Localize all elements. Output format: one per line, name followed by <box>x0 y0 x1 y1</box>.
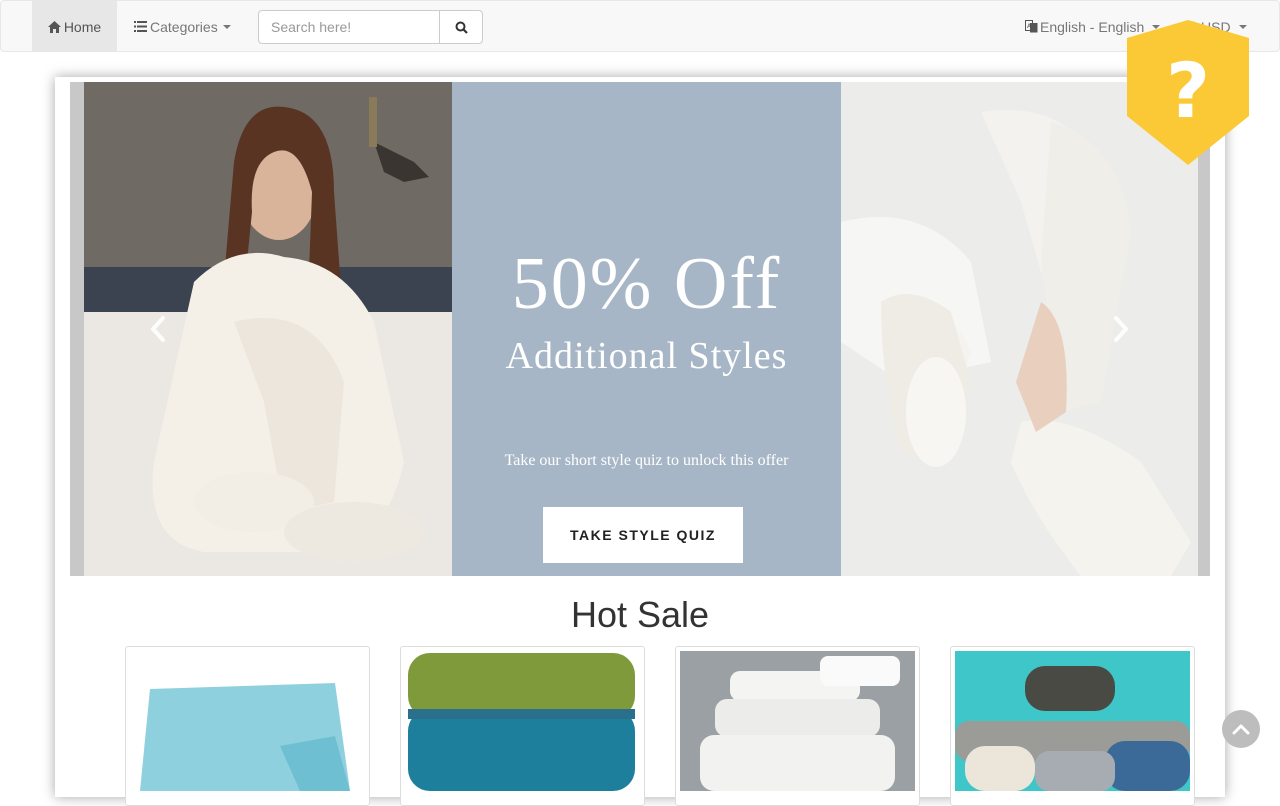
list-icon <box>134 21 147 32</box>
search-icon <box>455 21 468 34</box>
hot-sale-heading: Hot Sale <box>570 594 710 635</box>
product-card[interactable] <box>950 646 1195 806</box>
promo-tagline: Take our short style quiz to unlock this… <box>504 452 789 469</box>
promo-panel: 50% Off Additional Styles Take our short… <box>452 82 841 576</box>
question-icon: ? <box>1166 46 1210 135</box>
chevron-right-icon <box>1114 316 1128 342</box>
product-card[interactable] <box>400 646 645 806</box>
language-icon: A <box>1025 20 1038 33</box>
model-photo-left <box>84 82 452 576</box>
chevron-left-icon <box>151 316 165 342</box>
take-style-quiz-button[interactable]: TAKE STYLE QUIZ <box>543 507 743 563</box>
product-image-assorted-towels <box>955 651 1190 791</box>
scroll-to-top-button[interactable] <box>1222 710 1260 748</box>
promo-headline: 50% Off <box>511 243 782 325</box>
search-input[interactable] <box>258 10 440 44</box>
product-image-light-blue-towel <box>130 651 365 791</box>
help-shield-button[interactable]: ? <box>1127 20 1249 165</box>
product-image-white-towel-stack <box>680 651 915 791</box>
carousel-slide[interactable]: 50% Off Additional Styles Take our short… <box>84 82 1198 576</box>
nav-categories-label: Categories <box>150 18 218 35</box>
hero-carousel: 50% Off Additional Styles Take our short… <box>70 82 1210 576</box>
nav-home-link[interactable]: Home <box>32 1 117 52</box>
main-container: 50% Off Additional Styles Take our short… <box>55 77 1225 806</box>
product-image-green-teal-towels <box>405 651 640 791</box>
carousel-next-button[interactable] <box>1106 314 1136 344</box>
nav-categories-dropdown[interactable]: Categories <box>119 1 246 52</box>
chevron-up-icon <box>1232 724 1250 735</box>
search-button[interactable] <box>439 10 483 44</box>
nav-home-label: Home <box>63 18 102 35</box>
model-illustration-left <box>84 82 452 576</box>
carousel-prev-button[interactable] <box>143 314 173 344</box>
chevron-down-icon <box>222 24 231 29</box>
top-navbar: Home Categories A English - English $ US… <box>0 0 1280 52</box>
home-icon <box>47 20 61 33</box>
promo-subheadline: Additional Styles <box>505 335 788 377</box>
product-card[interactable] <box>675 646 920 806</box>
product-card[interactable] <box>125 646 370 806</box>
